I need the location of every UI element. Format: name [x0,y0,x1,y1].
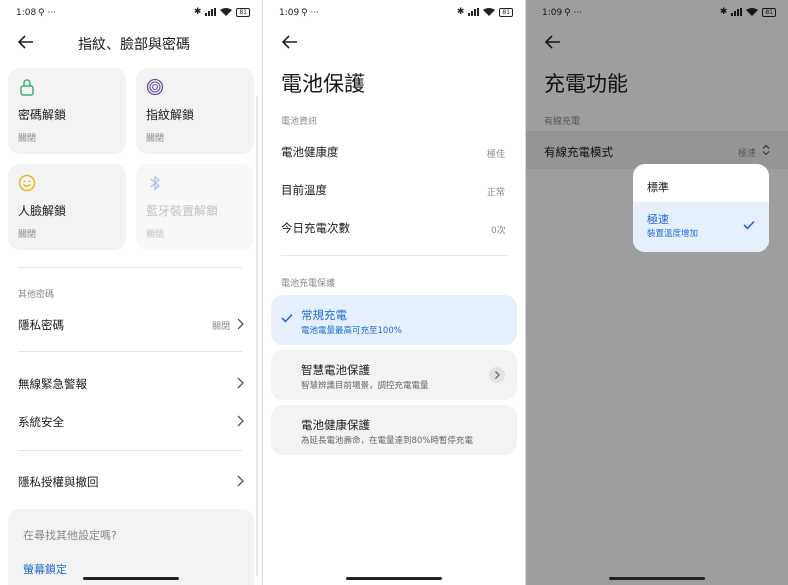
battery-protection-screen: 1:09 ⚲ ··· ✱ 81 電池保護 電池資訊 電池健康度 極佳 目前溫度 … [263,0,525,585]
divider [18,351,242,352]
chevron-right-icon[interactable] [489,367,505,383]
card-title: 藍牙裝置解鎖 [146,204,219,218]
home-indicator[interactable] [346,577,442,580]
signal-icon [205,8,217,16]
card-status: 關閉 [146,230,165,240]
home-indicator[interactable] [83,577,179,580]
fast-mode-option[interactable]: 極速 裝置溫度增加 [633,202,769,252]
screen-lock-link[interactable]: 螢幕鎖定 [23,561,67,577]
normal-charging-option[interactable]: 常規充電 電池電量最高可充至100% [271,295,517,345]
option-title: 電池健康保護 [301,418,370,432]
smiley-face-icon [18,174,36,192]
card-title: 密碼解鎖 [18,108,67,122]
back-arrow-icon[interactable] [16,32,36,52]
row-label: 今日充電次數 [281,221,350,235]
smart-battery-protection-option[interactable]: 智慧電池保護 智慧辨識目前場景，調控充電電量 [271,350,517,400]
battery-icon: 81 [236,7,250,17]
section-header: 其他密碼 [18,290,55,300]
charging-function-screen: 1:09 ⚲ ··· ✱ 81 充電功能 有線充電 有線充電模式 極速 標準 極… [526,0,788,585]
card-title: 人臉解鎖 [18,204,67,218]
bluetooth-icon: ✱ [193,7,202,17]
page-title: 電池保護 [281,72,365,96]
bluetooth-icon [150,175,161,191]
password-unlock-card[interactable]: 密碼解鎖 關閉 [8,68,126,154]
status-time: 1:08 [16,8,37,18]
fingerprint-icon [146,78,164,96]
battery-health-protection-option[interactable]: 電池健康保護 為延長電池壽命，在電量達到80%時暫停充電 [271,405,517,455]
option-subtitle: 電池電量最高可充至100% [301,326,402,336]
status-extra: ⚲ ··· [38,8,57,18]
row-value: 極佳 [487,150,506,160]
signal-icon [468,8,480,16]
row-value: 正常 [487,188,506,198]
row-label: 目前溫度 [281,183,327,197]
row-label: 無線緊急警報 [18,377,87,391]
card-status: 關閉 [18,134,37,144]
status-extra: ⚲ ··· [301,8,320,18]
face-unlock-card[interactable]: 人臉解鎖 關閉 [8,164,126,250]
find-question: 在尋找其他設定嗎? [23,529,117,542]
status-bar: 1:09 ⚲ ··· ✱ 81 [263,0,525,26]
page-title: 指紋、臉部與密碼 [78,37,190,53]
option-subtitle: 智慧辨識目前場景，調控充電電量 [301,381,429,391]
check-icon [743,220,755,230]
section-header: 電池充電保護 [281,279,336,289]
card-status: 關閉 [146,134,165,144]
chevron-right-icon [237,318,244,330]
find-other-settings-card: 在尋找其他設定嗎? 螢幕鎖定 [8,509,254,585]
divider [18,267,242,268]
lock-icon [20,79,34,96]
row-label: 隱私密碼 [18,318,64,332]
option-subtitle: 裝置溫度增加 [647,229,699,239]
option-title: 極速 [647,213,669,226]
chevron-right-icon [237,475,244,487]
home-indicator[interactable] [609,577,705,580]
dim-overlay[interactable] [526,0,788,585]
bluetooth-unlock-card: 藍牙裝置解鎖 關閉 [136,164,254,250]
check-icon [281,313,293,323]
row-label: 系統安全 [18,415,64,429]
security-settings-screen: 1:08 ⚲ ··· ✱ 81 指紋、臉部與密碼 密碼解鎖 關閉 指紋解鎖 關閉… [0,0,262,585]
row-label: 電池健康度 [281,145,339,159]
option-subtitle: 為延長電池壽命，在電量達到80%時暫停充電 [301,436,473,446]
divider [281,255,507,256]
row-value: 關閉 [212,322,231,332]
charging-mode-popup-menu: 標準 極速 裝置溫度增加 [633,164,769,252]
standard-mode-option[interactable]: 標準 [647,179,669,195]
status-time: 1:09 [279,8,300,18]
wifi-icon [483,8,496,16]
fingerprint-unlock-card[interactable]: 指紋解鎖 關閉 [136,68,254,154]
row-label: 隱私授權與撤回 [18,475,99,489]
battery-icon: 81 [499,7,513,17]
option-title: 智慧電池保護 [301,363,370,377]
bluetooth-icon: ✱ [456,7,465,17]
row-value: 0次 [491,226,506,236]
card-status: 關閉 [18,230,37,240]
chevron-right-icon [237,377,244,389]
wifi-icon [220,8,233,16]
option-title: 常規充電 [301,308,347,322]
section-header: 電池資訊 [281,117,318,127]
card-title: 指紋解鎖 [146,108,195,122]
back-arrow-icon[interactable] [280,32,300,52]
scrollbar[interactable] [256,96,258,576]
divider [18,450,242,451]
chevron-right-icon [237,415,244,427]
status-bar: 1:08 ⚲ ··· ✱ 81 [0,0,262,26]
